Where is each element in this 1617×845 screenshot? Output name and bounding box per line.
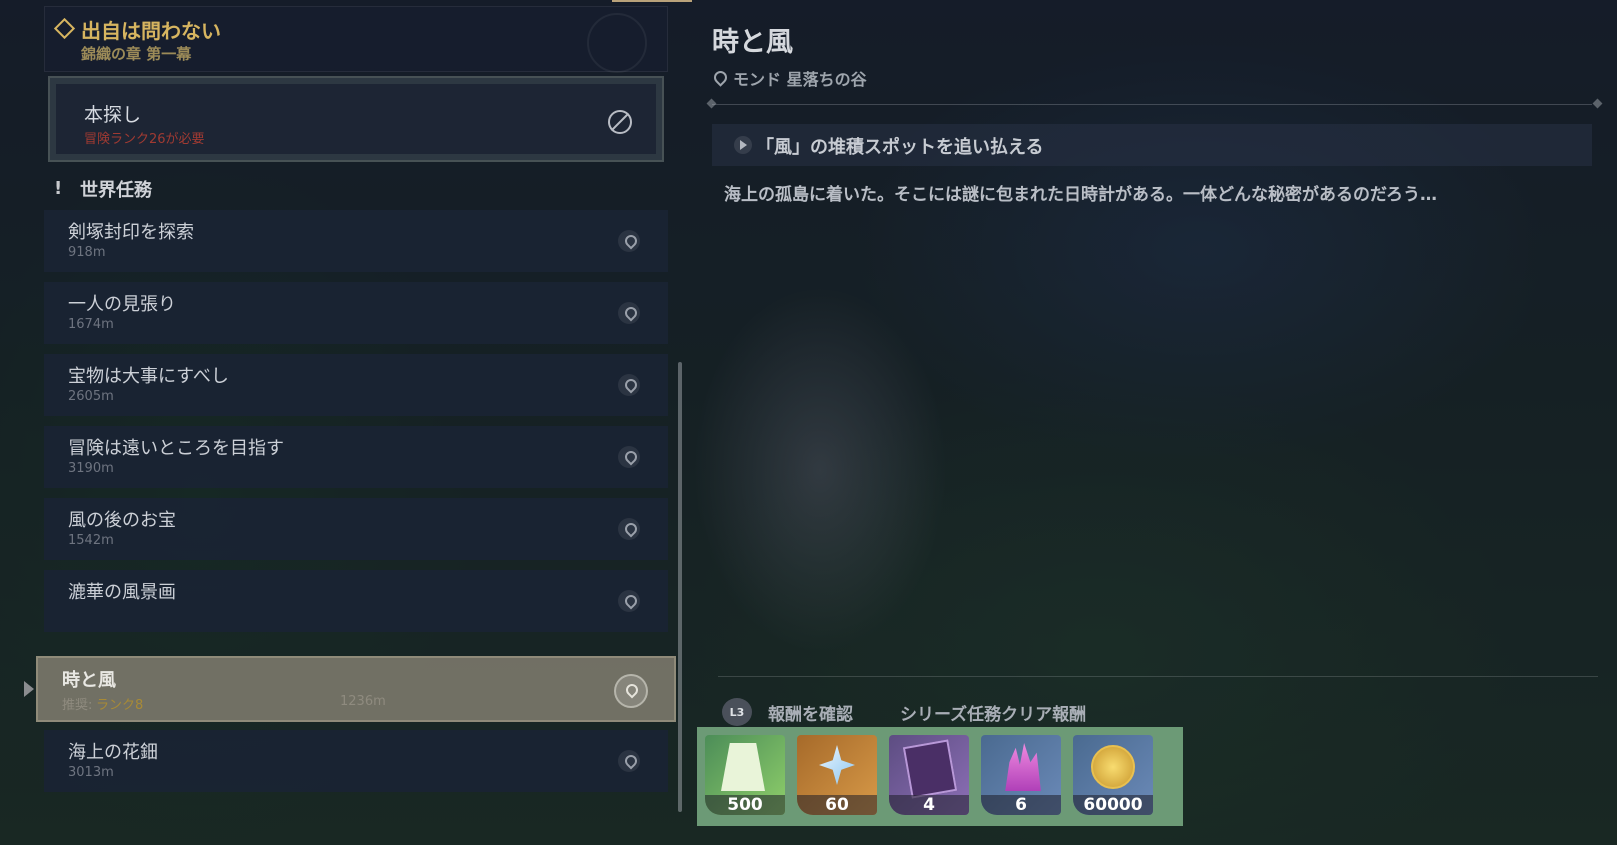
quest-item[interactable]: 漉華の風景画 xyxy=(44,570,668,632)
l3-button-icon[interactable]: L3 xyxy=(722,698,752,726)
quest-distance: 2605m xyxy=(68,389,114,404)
mystic-crystal-icon xyxy=(1005,743,1041,791)
map-pin-icon[interactable] xyxy=(618,518,640,540)
quest-distance: 1674m xyxy=(68,317,114,332)
map-pin-icon[interactable] xyxy=(618,590,640,612)
reward-item[interactable]: 6 xyxy=(981,735,1061,815)
quest-type-diamond-icon xyxy=(53,17,76,40)
location-pin-icon xyxy=(711,68,730,87)
reward-amount: 4 xyxy=(889,795,969,815)
adventure-exp-icon xyxy=(721,743,765,791)
reward-item[interactable]: 60 xyxy=(797,735,877,815)
main-quest-title: 本探し xyxy=(84,104,142,126)
play-arrow-icon xyxy=(734,136,752,154)
exclamation-icon: ! xyxy=(54,178,63,199)
reward-item[interactable]: 4 xyxy=(889,735,969,815)
mora-coin-icon xyxy=(1091,745,1135,789)
quest-distance: 918m xyxy=(68,245,106,260)
map-pin-icon[interactable] xyxy=(614,674,648,708)
main-quest-locked[interactable]: 本探し 冒険ランク26が必要 xyxy=(48,76,664,162)
quest-name: 風の後のお宝 xyxy=(68,510,176,531)
quest-item[interactable]: 剣塚封印を探索 918m xyxy=(44,210,668,272)
quest-distance: 1542m xyxy=(68,533,114,548)
quest-name: 海上の花鈿 xyxy=(68,742,158,763)
map-pin-icon[interactable] xyxy=(618,446,640,468)
recommended-label: 推奨: xyxy=(62,698,93,713)
locked-ban-icon xyxy=(608,110,632,134)
chapter-subtitle: 錦織の章 第一幕 xyxy=(81,45,192,63)
quest-item[interactable]: 宝物は大事にすべし 2605m xyxy=(44,354,668,416)
chapter-title: 出自は問わない xyxy=(81,19,221,43)
map-pin-icon[interactable] xyxy=(618,374,640,396)
reward-amount: 60000 xyxy=(1073,795,1153,815)
heros-wit-book-icon xyxy=(902,739,958,799)
quest-item-selected[interactable]: 時と風 推奨: ランク8 1236m xyxy=(36,656,676,722)
series-reward-label: シリーズ任務クリア報酬 xyxy=(900,705,1087,725)
quest-distance: 3190m xyxy=(68,461,114,476)
primogem-icon xyxy=(819,745,855,785)
quest-item[interactable]: 一人の見張り 1674m xyxy=(44,282,668,344)
recommended-rank: ランク8 xyxy=(96,698,144,713)
chapter-card[interactable]: 出自は問わない 錦織の章 第一幕 xyxy=(44,6,668,73)
selected-arrow-icon xyxy=(24,681,34,697)
quest-description: 海上の孤島に着いた。そこには謎に包まれた日時計がある。一体どんな秘密があるのだろ… xyxy=(724,185,1437,205)
reward-amount: 500 xyxy=(705,795,785,815)
quest-item[interactable]: 海上の花鈿 3013m xyxy=(44,730,668,792)
quest-item[interactable]: 冒険は遠いところを目指す 3190m xyxy=(44,426,668,488)
reward-amount: 6 xyxy=(981,795,1061,815)
quest-name: 剣塚封印を探索 xyxy=(68,222,194,243)
reward-divider xyxy=(718,676,1598,677)
map-pin-icon[interactable] xyxy=(618,302,640,324)
quest-objective: 「風」の堆積スポットを追い払える xyxy=(712,124,1592,166)
location-text: モンド 星落ちの谷 xyxy=(733,70,867,89)
reward-item[interactable]: 500 xyxy=(705,735,785,815)
reward-check-button[interactable]: 報酬を確認 xyxy=(768,700,853,725)
reward-amount: 60 xyxy=(797,795,877,815)
quest-name: 時と風 xyxy=(62,670,116,691)
section-label: 世界任務 xyxy=(80,180,152,201)
quest-name: 冒険は遠いところを目指す xyxy=(68,438,284,459)
chapter-emblem-icon xyxy=(587,13,647,73)
quest-name: 宝物は大事にすべし xyxy=(68,366,229,387)
map-pin-icon[interactable] xyxy=(618,230,640,252)
quest-item[interactable]: 風の後のお宝 1542m xyxy=(44,498,668,560)
quest-location: モンド 星落ちの谷 xyxy=(711,66,867,90)
quest-distance: 3013m xyxy=(68,765,114,780)
rewards-box: 500 60 4 6 60000 xyxy=(697,727,1183,826)
objective-text: 「風」の堆積スポットを追い払える xyxy=(756,137,1044,158)
quest-name: 漉華の風景画 xyxy=(68,582,176,603)
quest-list-scrollbar[interactable] xyxy=(678,362,682,812)
quest-detail-title: 時と風 xyxy=(712,27,793,58)
reward-item[interactable]: 60000 xyxy=(1073,735,1153,815)
map-pin-icon[interactable] xyxy=(618,750,640,772)
main-quest-requirement: 冒険ランク26が必要 xyxy=(84,132,205,147)
quest-distance: 1236m xyxy=(340,694,386,709)
quest-list-panel: 出自は問わない 錦織の章 第一幕 本探し 冒険ランク26が必要 ! 世界任務 剣… xyxy=(0,0,680,845)
detail-divider xyxy=(712,104,1592,105)
quest-name: 一人の見張り xyxy=(68,294,176,315)
